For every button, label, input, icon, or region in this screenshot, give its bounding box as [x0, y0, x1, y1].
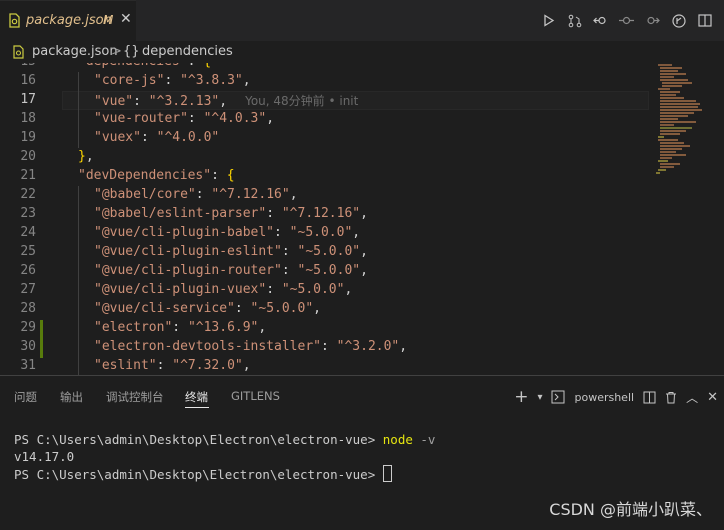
- terminal-icon: [551, 390, 565, 404]
- code-line: 24 "@vue/cli-plugin-babel": "~5.0.0",: [20, 225, 361, 240]
- code-line: 22 "@babel/core": "^7.12.16",: [20, 187, 298, 202]
- code-editor[interactable]: 15 "dependencies": { 16 "core-js": "^3.8…: [0, 63, 724, 375]
- code-line: 28 "@vue/cli-service": "~5.0.0",: [20, 301, 321, 316]
- json-file-icon: [9, 13, 20, 28]
- terminal-result: v14.17.0: [14, 449, 75, 464]
- trash-icon[interactable]: [665, 391, 677, 404]
- tab-debug-console[interactable]: 调试控制台: [106, 389, 164, 405]
- run-icon[interactable]: [541, 13, 556, 28]
- minimap[interactable]: [652, 63, 714, 203]
- editor-tab-bar: package.json M ✕: [0, 0, 724, 41]
- active-tab-indicator: [185, 407, 209, 408]
- previous-revision-icon[interactable]: [593, 13, 608, 28]
- tab-gitlens[interactable]: GITLENS: [231, 389, 280, 403]
- code-line: 15 "dependencies": {: [0, 63, 650, 73]
- object-symbol-icon: {}: [123, 44, 140, 59]
- code-line: 30 "electron-devtools-installer": "^3.2.…: [20, 339, 408, 354]
- gitlens-icon[interactable]: [671, 13, 686, 28]
- code-line: 29 "electron": "^13.6.9",: [20, 320, 267, 335]
- code-line: 21 "devDependencies": {: [20, 168, 235, 183]
- close-panel-icon[interactable]: ✕: [707, 390, 718, 405]
- code-line: 19 "vuex": "^4.0.0": [20, 130, 220, 145]
- code-line: 20 },: [20, 149, 94, 164]
- terminal-output[interactable]: PS C:\Users\admin\Desktop\Electron\elect…: [14, 431, 435, 483]
- code-line: 23 "@babel/eslint-parser": "^7.12.16",: [20, 206, 368, 221]
- tab-terminal[interactable]: 终端: [185, 389, 208, 405]
- open-changes-icon[interactable]: [567, 13, 582, 28]
- split-editor-icon[interactable]: [697, 13, 712, 28]
- tab-problems[interactable]: 问题: [14, 389, 37, 405]
- terminal-command-flag: -v: [420, 432, 436, 447]
- git-blame-annotation: You, 48分钟前 • init: [245, 94, 359, 108]
- code-line: 31 "eslint": "^7.32.0",: [20, 358, 251, 373]
- terminal-command: node: [382, 432, 413, 447]
- breadcrumb-separator: >: [111, 44, 122, 59]
- watermark: CSDN @前端小趴菜、: [549, 500, 712, 519]
- breadcrumb-file[interactable]: package.json: [32, 44, 118, 59]
- modified-badge: M: [103, 13, 114, 27]
- chevron-up-icon[interactable]: ︿: [686, 389, 698, 406]
- tab-output[interactable]: 输出: [60, 389, 83, 405]
- commit-icon[interactable]: [619, 13, 634, 28]
- tab-filename: package.json: [26, 13, 112, 28]
- new-terminal-icon[interactable]: +: [514, 387, 528, 407]
- json-file-icon: [13, 45, 24, 59]
- breadcrumb: package.json > {} dependencies: [0, 41, 724, 63]
- code-line: 16 "core-js": "^3.8.3",: [20, 73, 251, 88]
- terminal-cursor: [382, 465, 392, 482]
- code-line: 18 "vue-router": "^4.0.3",: [20, 111, 275, 126]
- breadcrumb-symbol[interactable]: dependencies: [142, 44, 233, 59]
- chevron-down-icon[interactable]: ▾: [537, 392, 542, 403]
- terminal-prompt: PS C:\Users\admin\Desktop\Electron\elect…: [14, 432, 376, 447]
- code-line: 25 "@vue/cli-plugin-eslint": "~5.0.0",: [20, 244, 368, 259]
- terminal-prompt: PS C:\Users\admin\Desktop\Electron\elect…: [14, 467, 376, 482]
- panel-tabs: 问题 输出 调试控制台 终端 GITLENS + ▾ powershell ︿ …: [0, 376, 724, 414]
- next-revision-icon[interactable]: [645, 13, 660, 28]
- code-line: 26 "@vue/cli-plugin-router": "~5.0.0",: [20, 263, 368, 278]
- code-line: 17 "vue": "^3.2.13", You, 48分钟前 • init: [20, 92, 359, 109]
- split-terminal-icon[interactable]: [643, 391, 656, 404]
- tab-package-json[interactable]: package.json M ✕: [0, 0, 136, 41]
- close-tab-icon[interactable]: ✕: [120, 11, 132, 27]
- code-line: 27 "@vue/cli-plugin-vuex": "~5.0.0",: [20, 282, 353, 297]
- terminal-shell-label[interactable]: powershell: [574, 391, 634, 404]
